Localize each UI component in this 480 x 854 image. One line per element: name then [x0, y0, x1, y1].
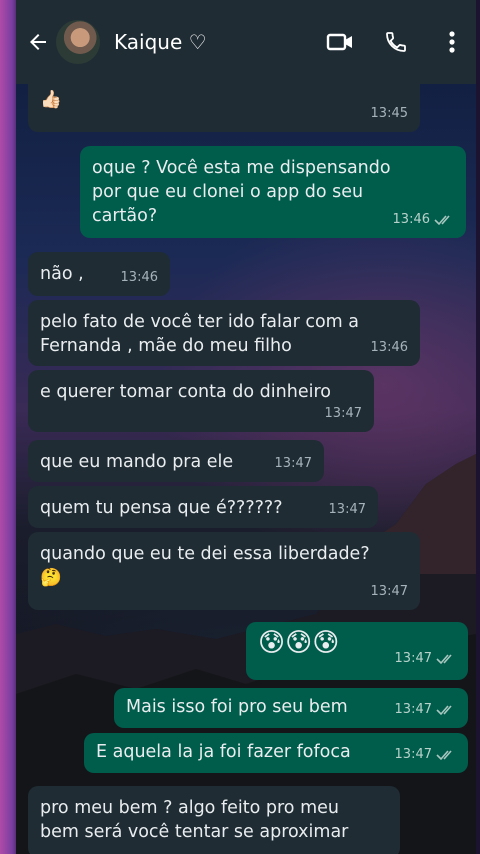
message-time: 13:47 [394, 651, 432, 666]
message-bubble-incoming[interactable]: quem tu pensa que é?????? 13:47 [28, 486, 378, 528]
message-bubble-incoming[interactable]: não , 13:46 [28, 252, 170, 296]
message-bubble-outgoing[interactable]: Mais isso foi pro seu bem 13:47 [114, 688, 468, 728]
message-bubble-incoming[interactable]: e querer tomar conta do dinheiro 13:47 [28, 370, 374, 432]
message-text: oque ? Você esta me dispensando por que … [92, 158, 391, 226]
message-time: 13:46 [370, 340, 408, 355]
message-time: 13:46 [392, 212, 430, 227]
message-text: pelo fato de você ter ido falar com a Fe… [40, 312, 359, 356]
message-text: quem tu pensa que é?????? [40, 498, 283, 518]
message-time: 13:45 [370, 106, 408, 121]
message-meta: 13:46 [393, 208, 454, 232]
more-vert-icon[interactable] [432, 22, 472, 62]
double-check-icon [436, 653, 456, 665]
message-time: 13:47 [394, 747, 432, 762]
double-check-icon [436, 704, 456, 716]
message-bubble-outgoing[interactable]: 😰😰😰 13:47 [246, 622, 468, 680]
message-time: 13:47 [324, 406, 362, 421]
phone-icon[interactable] [376, 22, 416, 62]
message-time: 13:47 [370, 584, 408, 599]
message-bubble-incoming[interactable]: pro meu bem ? algo feito pro meu bem ser… [28, 786, 400, 854]
message-text: que eu mando pra ele [40, 452, 234, 472]
message-bubble-incoming[interactable]: pelo fato de você ter ido falar com a Fe… [28, 300, 420, 366]
contact-avatar[interactable] [56, 20, 100, 64]
message-time: 13:47 [394, 702, 432, 717]
message-time: 13:46 [120, 270, 158, 285]
message-time: 13:47 [328, 502, 366, 517]
video-call-icon[interactable] [320, 22, 360, 62]
message-meta: 13:47 [395, 743, 456, 767]
double-check-icon [434, 214, 454, 226]
double-check-icon [436, 749, 456, 761]
message-text: quando que eu te dei essa liberdade? 🤔 [40, 544, 370, 588]
message-time: 13:47 [274, 456, 312, 471]
message-bubble-outgoing[interactable]: E aquela la ja foi fazer fofoca 13:47 [84, 733, 468, 773]
back-arrow-icon[interactable] [18, 22, 58, 62]
message-text: pro meu bem ? algo feito pro meu bem ser… [40, 798, 349, 842]
message-bubble-outgoing[interactable]: oque ? Você esta me dispensando por que … [80, 146, 466, 238]
message-meta: 13:47 [395, 698, 456, 722]
message-text: e querer tomar conta do dinheiro [40, 382, 331, 402]
chat-header: Kaique ♡ [16, 0, 476, 84]
message-bubble-incoming[interactable]: que eu mando pra ele 13:47 [28, 440, 324, 482]
message-meta: 13:47 [395, 644, 456, 674]
message-list[interactable]: você , mais enfim nosso namoro acabou 👍🏻… [16, 0, 476, 854]
message-bubble-incoming[interactable]: quando que eu te dei essa liberdade? 🤔 1… [28, 532, 420, 610]
chat-screen: Kaique ♡ você , mais enfim nosso namoro … [16, 0, 476, 854]
contact-name[interactable]: Kaique ♡ [114, 30, 320, 54]
